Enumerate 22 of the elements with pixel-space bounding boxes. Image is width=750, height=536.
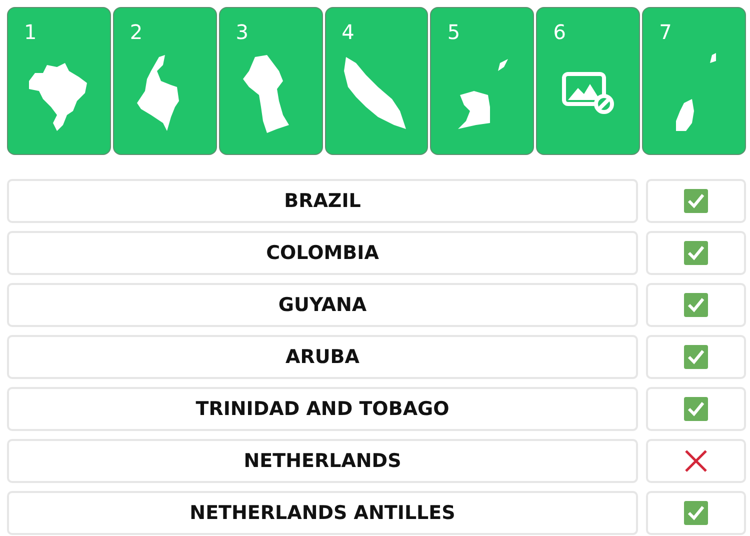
country-answer: ARUBA bbox=[7, 335, 638, 379]
card-number: 3 bbox=[236, 22, 248, 42]
card-number: 1 bbox=[24, 22, 37, 42]
country-answer: COLOMBIA bbox=[7, 231, 638, 275]
flag-card[interactable]: 2 bbox=[112, 7, 217, 155]
card-number: 5 bbox=[447, 22, 460, 42]
country-answer: NETHERLANDS bbox=[7, 439, 638, 483]
card-number: 4 bbox=[342, 22, 354, 42]
country-answer: TRINIDAD AND TOBAGO bbox=[7, 387, 638, 431]
flag-card[interactable]: 7 bbox=[642, 7, 746, 155]
card-number: 7 bbox=[659, 22, 672, 42]
flag-card[interactable]: 1 bbox=[7, 7, 111, 155]
flag-card[interactable]: 5 bbox=[430, 7, 534, 155]
flag-card[interactable]: 6 bbox=[536, 7, 640, 155]
country-answer: GUYANA bbox=[7, 283, 638, 327]
card-number: 6 bbox=[553, 22, 566, 42]
country-answer: BRAZIL bbox=[7, 179, 638, 223]
flag-card[interactable]: 4 bbox=[324, 7, 428, 155]
card-number: 2 bbox=[130, 22, 143, 42]
country-answer: NETHERLANDS ANTILLES bbox=[7, 491, 638, 535]
flag-card[interactable]: 3 bbox=[218, 7, 323, 155]
image-unavailable-icon bbox=[562, 72, 614, 114]
